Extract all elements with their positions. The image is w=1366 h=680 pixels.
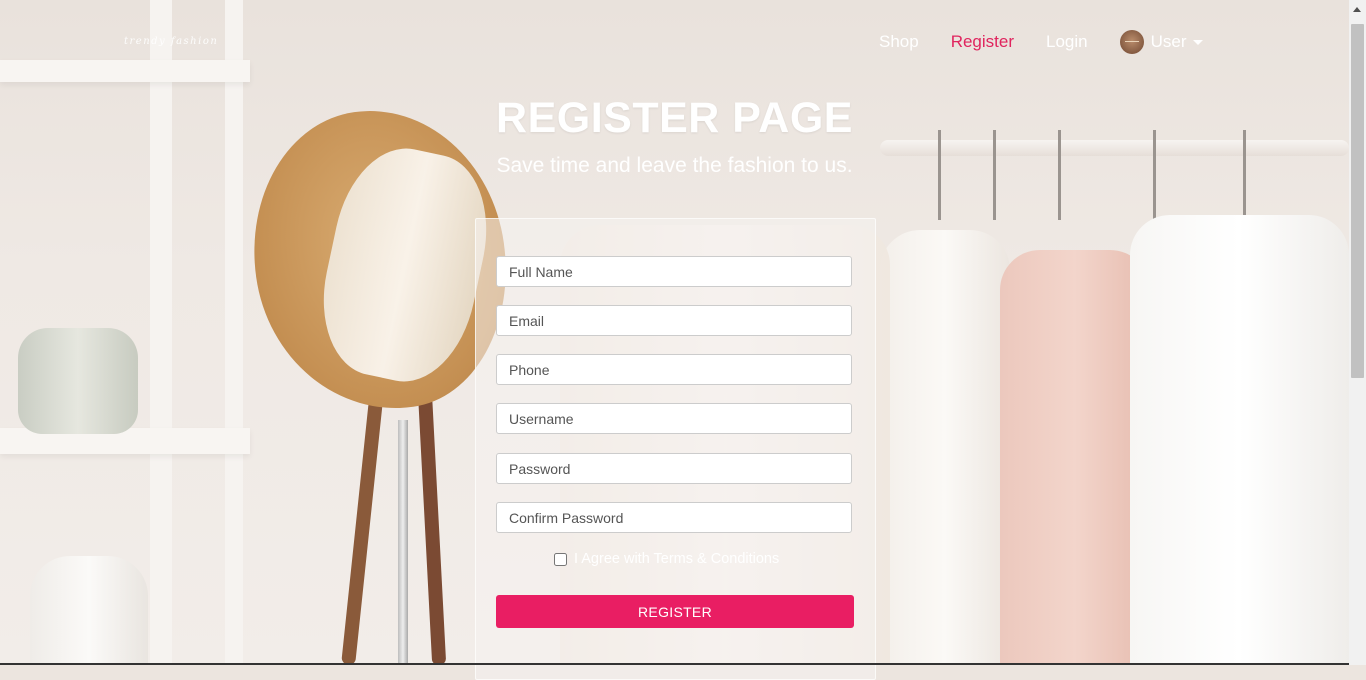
scrollbar-thumb[interactable] [1351, 24, 1364, 378]
confirm-password-field[interactable] [496, 502, 852, 533]
brand-logo[interactable]: trendy fashion [124, 36, 218, 47]
terms-label: I Agree with Terms & Conditions [574, 551, 780, 567]
register-button[interactable]: REGISTER [496, 595, 854, 628]
terms-checkbox[interactable] [554, 552, 567, 566]
page-title: REGISTER PAGE [496, 94, 853, 142]
password-field[interactable] [496, 453, 852, 484]
nav-link-login[interactable]: Login [1046, 30, 1088, 54]
terms-agreement[interactable]: I Agree with Terms & Conditions [554, 551, 779, 567]
user-label: User [1150, 32, 1187, 51]
phone-field[interactable] [496, 354, 852, 385]
nav-link-register[interactable]: Register [951, 30, 1014, 54]
nav-link-shop[interactable]: Shop [879, 30, 919, 54]
scroll-up-arrow-icon[interactable] [1353, 7, 1361, 12]
user-dropdown[interactable]: User [1119, 30, 1203, 54]
vertical-scrollbar[interactable] [1349, 0, 1366, 665]
page-subtitle: Save time and leave the fashion to us. [496, 154, 853, 177]
username-field[interactable] [496, 403, 852, 434]
top-nav: Shop Register Login User [879, 30, 1203, 54]
avatar [1119, 30, 1144, 54]
chevron-down-icon [1192, 39, 1203, 45]
email-field[interactable] [496, 305, 852, 336]
full-name-field[interactable] [496, 256, 852, 287]
